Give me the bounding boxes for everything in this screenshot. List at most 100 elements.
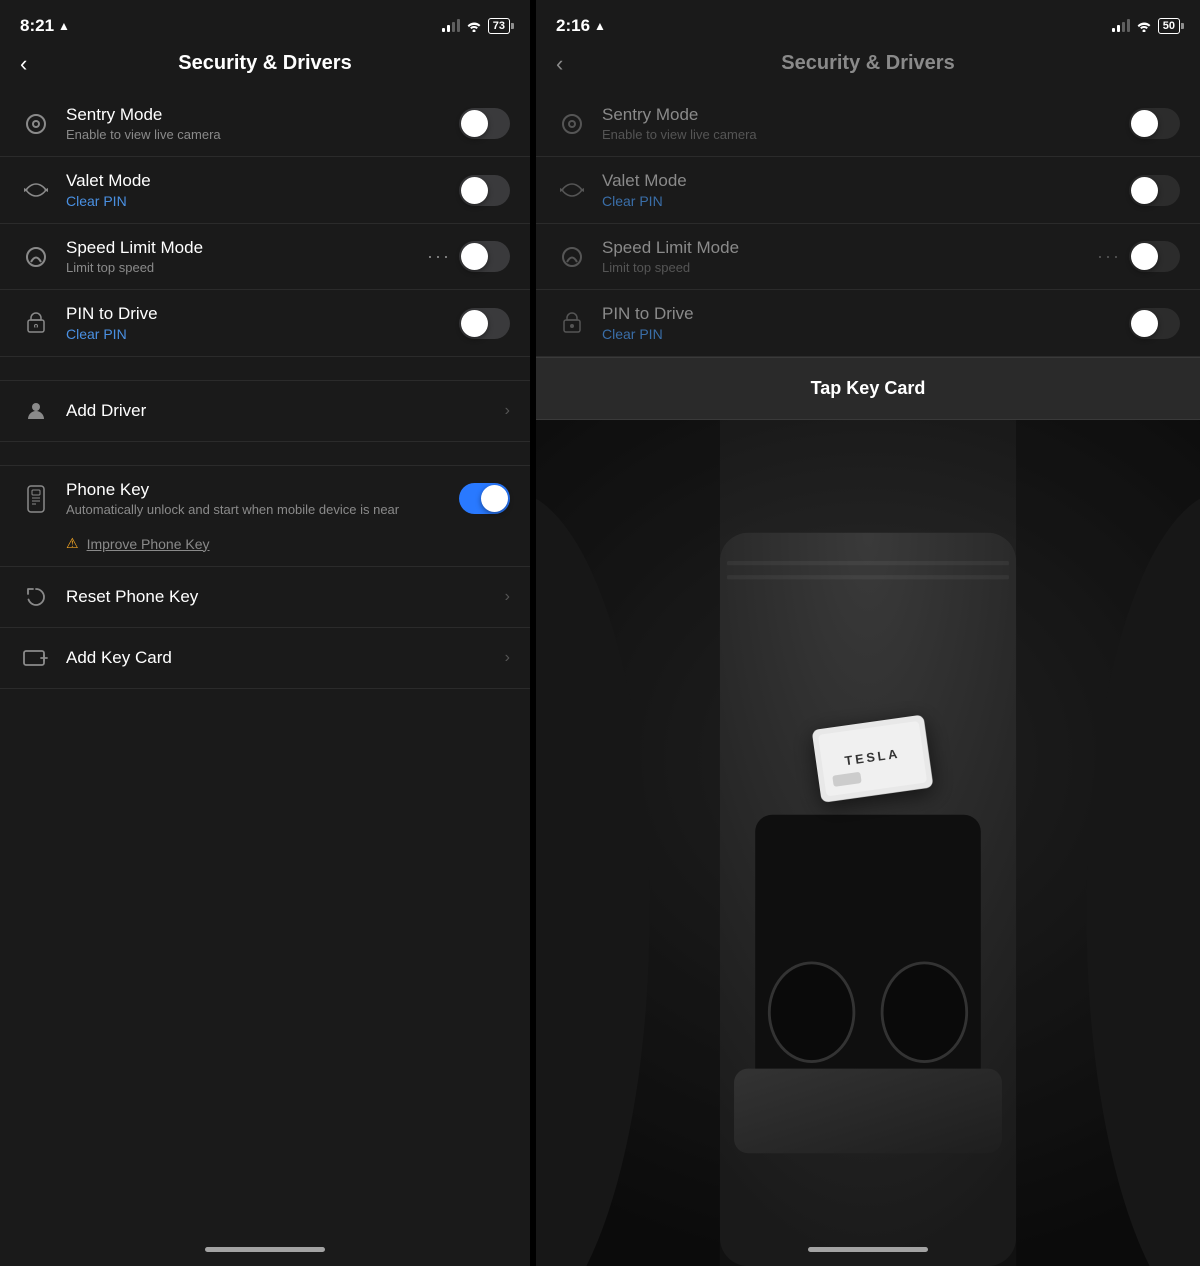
valet-mode-clear-pin[interactable]: Clear PIN (66, 193, 445, 209)
tap-key-card-section: Tap Key Card (536, 357, 1200, 420)
add-key-card-right: › (505, 649, 510, 667)
reset-phone-key-chevron: › (505, 588, 510, 606)
add-key-card-icon (20, 642, 52, 674)
right-valet-mode-toggle[interactable] (1129, 175, 1180, 206)
improve-phone-key-link[interactable]: Improve Phone Key (87, 536, 210, 552)
right-pin-to-drive-clear-pin[interactable]: Clear PIN (602, 326, 1115, 342)
left-status-bar: 8:21 ▲ 73 (0, 0, 530, 44)
right-speed-limit-row: Speed Limit Mode Limit top speed ··· (536, 224, 1200, 290)
reset-phone-key-right: › (505, 588, 510, 606)
right-speed-limit-subtitle: Limit top speed (602, 260, 1083, 275)
right-speed-limit-toggle[interactable] (1129, 241, 1180, 272)
right-page-title: Security & Drivers (781, 52, 954, 75)
left-back-button[interactable]: ‹ (20, 51, 27, 77)
car-interior-svg: TESLA (536, 420, 1200, 1266)
right-status-bar: 2:16 ▲ 50 (536, 0, 1200, 44)
right-back-button[interactable]: ‹ (556, 51, 563, 77)
right-location-icon: ▲ (594, 19, 606, 33)
reset-phone-key-row[interactable]: Reset Phone Key › (0, 567, 530, 628)
right-valet-mode-content: Valet Mode Clear PIN (602, 171, 1115, 209)
pin-to-drive-content: PIN to Drive Clear PIN (66, 304, 445, 342)
sentry-mode-content: Sentry Mode Enable to view live camera (66, 105, 445, 142)
right-settings-section: Sentry Mode Enable to view live camera V… (536, 91, 1200, 357)
section-gap-1 (0, 357, 530, 381)
right-time: 2:16 ▲ (556, 16, 606, 36)
right-time-text: 2:16 (556, 16, 590, 36)
right-sentry-mode-right (1129, 108, 1180, 139)
pin-to-drive-icon (20, 307, 52, 339)
right-valet-mode-clear-pin[interactable]: Clear PIN (602, 193, 1115, 209)
right-home-indicator (536, 1232, 1200, 1266)
right-pin-to-drive-right (1129, 308, 1180, 339)
speed-limit-more-button[interactable]: ··· (427, 246, 451, 267)
phone-key-content: Phone Key Automatically unlock and start… (66, 480, 445, 517)
left-nav-header: ‹ Security & Drivers (0, 44, 530, 91)
speed-limit-icon (20, 241, 52, 273)
right-speed-limit-title: Speed Limit Mode (602, 238, 1083, 258)
reset-phone-key-icon (20, 581, 52, 613)
add-key-card-content: Add Key Card (66, 648, 491, 668)
valet-mode-title: Valet Mode (66, 171, 445, 191)
right-valet-mode-right (1129, 175, 1180, 206)
right-sentry-mode-content: Sentry Mode Enable to view live camera (602, 105, 1115, 142)
add-driver-row[interactable]: Add Driver › (0, 381, 530, 442)
add-driver-content: Add Driver (66, 401, 491, 421)
valet-mode-content: Valet Mode Clear PIN (66, 171, 445, 209)
sentry-mode-right (459, 108, 510, 139)
left-panel: 8:21 ▲ 73 ‹ Security & Drivers (0, 0, 530, 1266)
phone-key-title: Phone Key (66, 480, 445, 500)
right-valet-mode-title: Valet Mode (602, 171, 1115, 191)
tap-key-card-title: Tap Key Card (811, 378, 926, 398)
right-pin-to-drive-toggle[interactable] (1129, 308, 1180, 339)
sentry-mode-subtitle: Enable to view live camera (66, 127, 445, 142)
reset-phone-key-title: Reset Phone Key (66, 587, 491, 607)
valet-mode-toggle[interactable] (459, 175, 510, 206)
sentry-icon (20, 108, 52, 140)
right-pin-to-drive-row: PIN to Drive Clear PIN (536, 290, 1200, 357)
speed-limit-row: Speed Limit Mode Limit top speed ··· (0, 224, 530, 290)
right-speed-limit-content: Speed Limit Mode Limit top speed (602, 238, 1083, 275)
right-valet-icon (556, 174, 588, 206)
right-sentry-mode-toggle[interactable] (1129, 108, 1180, 139)
left-status-icons: 73 (442, 18, 510, 34)
right-speed-limit-right: ··· (1097, 241, 1180, 272)
add-key-card-title: Add Key Card (66, 648, 491, 668)
phone-key-icon (20, 483, 52, 515)
speed-limit-toggle[interactable] (459, 241, 510, 272)
reset-phone-key-content: Reset Phone Key (66, 587, 491, 607)
right-signal-bars (1112, 20, 1130, 32)
left-home-bar (205, 1247, 325, 1252)
right-battery-badge: 50 (1158, 18, 1180, 34)
pin-to-drive-toggle[interactable] (459, 308, 510, 339)
right-speed-limit-more-button[interactable]: ··· (1097, 246, 1121, 267)
time-text: 8:21 (20, 16, 54, 36)
left-settings-section: Sentry Mode Enable to view live camera V… (0, 91, 530, 357)
speed-limit-content: Speed Limit Mode Limit top speed (66, 238, 413, 275)
right-sentry-mode-title: Sentry Mode (602, 105, 1115, 125)
sentry-mode-title: Sentry Mode (66, 105, 445, 125)
pin-to-drive-row: PIN to Drive Clear PIN (0, 290, 530, 357)
add-key-card-row[interactable]: Add Key Card › (0, 628, 530, 689)
phone-key-toggle[interactable] (459, 483, 510, 514)
left-page-title: Security & Drivers (178, 52, 351, 75)
speed-limit-right: ··· (427, 241, 510, 272)
add-driver-chevron: › (505, 402, 510, 420)
right-sentry-mode-subtitle: Enable to view live camera (602, 127, 1115, 142)
add-driver-icon (20, 395, 52, 427)
sentry-mode-toggle[interactable] (459, 108, 510, 139)
pin-to-drive-title: PIN to Drive (66, 304, 445, 324)
right-valet-mode-row: Valet Mode Clear PIN (536, 157, 1200, 224)
right-sentry-mode-row: Sentry Mode Enable to view live camera (536, 91, 1200, 157)
pin-to-drive-right (459, 308, 510, 339)
left-home-indicator (0, 1232, 530, 1266)
right-pin-to-drive-title: PIN to Drive (602, 304, 1115, 324)
phone-key-right (459, 483, 510, 514)
battery-badge: 73 (488, 18, 510, 34)
location-icon: ▲ (58, 19, 70, 33)
wifi-icon (466, 20, 482, 32)
right-speed-limit-icon (556, 241, 588, 273)
add-key-card-chevron: › (505, 649, 510, 667)
right-wifi-icon (1136, 20, 1152, 32)
pin-to-drive-clear-pin[interactable]: Clear PIN (66, 326, 445, 342)
phone-key-subtitle: Automatically unlock and start when mobi… (66, 502, 445, 517)
